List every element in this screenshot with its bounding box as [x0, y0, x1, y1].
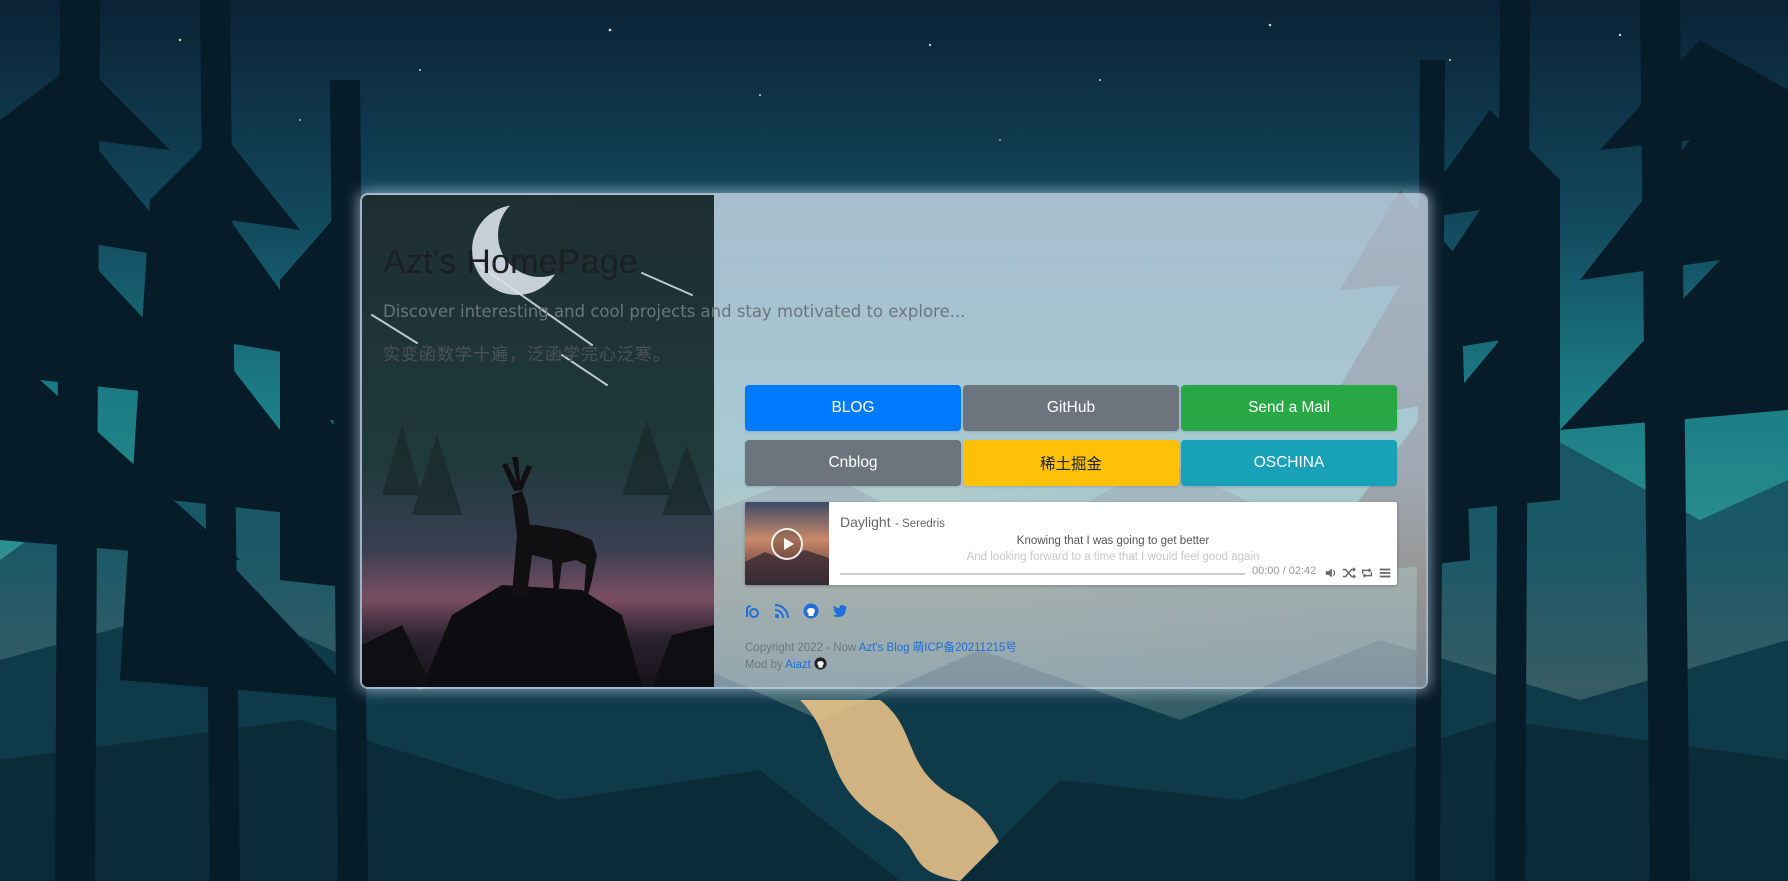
song-artist: - Seredris — [895, 518, 945, 530]
blog-button[interactable]: BLOG — [745, 385, 961, 431]
playlist-icon[interactable] — [1378, 566, 1392, 580]
copyright-line: Copyright 2022 - Now Azt's Blog 萌ICP备202… — [745, 640, 1017, 657]
motto-text: 实变函数学十遍，泛函学完心泛寒。 — [383, 345, 671, 365]
oschina-button[interactable]: OSCHINA — [1181, 440, 1397, 486]
time-display: 00:00 / 02:42 — [1252, 565, 1317, 577]
music-player: Daylight - Seredris Knowing that I was g… — [745, 502, 1397, 585]
author-link[interactable]: Aiazt — [785, 659, 811, 671]
shuffle-icon[interactable] — [1342, 566, 1356, 580]
page-subtitle: Discover interesting and cool projects a… — [383, 302, 966, 321]
twitter-icon[interactable] — [832, 603, 848, 619]
social-links — [745, 603, 848, 619]
blog-link[interactable]: Azt's Blog — [859, 642, 910, 654]
play-button[interactable] — [771, 528, 803, 560]
album-cover — [745, 502, 829, 585]
footer: Copyright 2022 - Now Azt's Blog 萌ICP备202… — [745, 640, 1017, 674]
github-icon[interactable] — [803, 603, 819, 619]
page-title: Azt's HomePage — [383, 243, 638, 281]
github-small-icon[interactable] — [814, 657, 827, 670]
progress-bar[interactable] — [840, 573, 1245, 575]
send-mail-button[interactable]: Send a Mail — [1181, 385, 1397, 431]
mod-line: Mod by Aiazt — [745, 657, 1017, 674]
repeat-icon[interactable] — [1360, 566, 1374, 580]
volume-icon[interactable] — [1324, 566, 1338, 580]
song-title: Daylight — [840, 514, 891, 530]
copyright-text: Copyright 2022 - Now — [745, 642, 857, 654]
juejin-button[interactable]: 稀土掘金 — [963, 440, 1179, 486]
blog-icon[interactable] — [745, 603, 761, 619]
song-info: Daylight - Seredris — [840, 514, 945, 532]
rss-icon[interactable] — [774, 603, 790, 619]
link-buttons: BLOG GitHub Send a Mail Cnblog 稀土掘金 OSCH… — [745, 385, 1397, 486]
lyric-next: And looking forward to a time that I wou… — [966, 551, 1260, 563]
cnblog-button[interactable]: Cnblog — [745, 440, 961, 486]
icp-link[interactable]: 萌ICP备20211215号 — [913, 642, 1017, 654]
github-button[interactable]: GitHub — [963, 385, 1179, 431]
mod-by-text: Mod by — [745, 659, 783, 671]
lyric-current: Knowing that I was going to get better — [1016, 535, 1210, 547]
